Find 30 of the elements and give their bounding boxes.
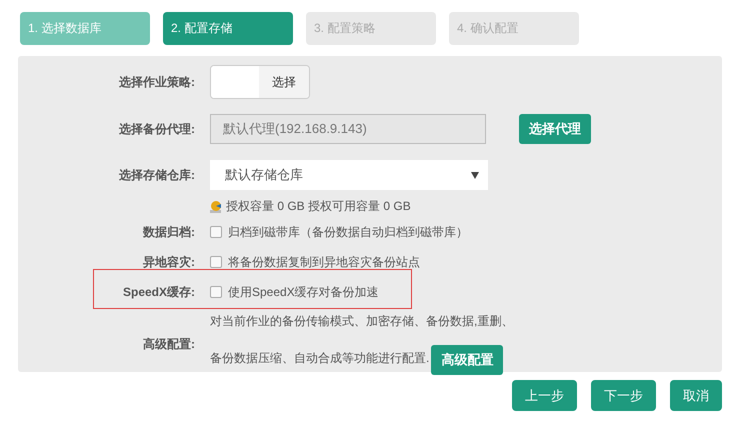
checkbox[interactable] bbox=[210, 256, 222, 268]
field-label: 选择作业策略: bbox=[118, 74, 195, 90]
capacity-icon bbox=[210, 200, 222, 212]
checkbox-label: 将备份数据复制到异地容灾备份站点 bbox=[228, 254, 420, 270]
caret-icon bbox=[471, 172, 479, 178]
step-tab[interactable]: 2. 配置存储 bbox=[163, 12, 293, 45]
field-label: 选择备份代理: bbox=[118, 120, 195, 138]
checkbox-label: 归档到磁带库（备份数据自动归档到磁带库） bbox=[228, 224, 468, 240]
field-label: 高级配置: bbox=[142, 336, 195, 352]
field-label: 数据归档: bbox=[142, 224, 195, 240]
checkbox[interactable] bbox=[210, 286, 222, 298]
policy-picker[interactable]: 选择 bbox=[210, 65, 310, 99]
advanced-description: 对当前作业的备份传输模式、加密存储、备份数据,重删、 bbox=[210, 313, 514, 330]
step-tab[interactable]: 1. 选择数据库 bbox=[20, 12, 150, 45]
checkbox[interactable] bbox=[210, 226, 222, 238]
footer-button[interactable]: 上一步 bbox=[512, 380, 577, 411]
advanced-config-button[interactable]: 高级配置 bbox=[431, 345, 504, 375]
field-label: SpeedX缓存: bbox=[122, 284, 195, 300]
step-tab[interactable]: 3. 配置策略 bbox=[306, 12, 436, 45]
advanced-description: 备份数据压缩、自动合成等功能进行配置. bbox=[210, 350, 430, 367]
proxy-field: 默认代理(192.168.9.143) bbox=[210, 114, 486, 144]
checkbox-label: 使用SpeedX缓存对备份加速 bbox=[228, 284, 379, 300]
footer-button[interactable]: 取消 bbox=[670, 380, 722, 411]
field-label: 异地容灾: bbox=[142, 254, 195, 270]
field-label: 选择存储仓库: bbox=[118, 166, 195, 184]
footer-button[interactable]: 下一步 bbox=[591, 380, 656, 411]
storage-select[interactable]: 默认存储仓库 bbox=[210, 160, 488, 190]
select-proxy-button[interactable]: 选择代理 bbox=[519, 114, 591, 144]
capacity-note: 授权容量 0 GB 授权可用容量 0 GB bbox=[226, 198, 411, 214]
step-tab[interactable]: 4. 确认配置 bbox=[449, 12, 579, 45]
